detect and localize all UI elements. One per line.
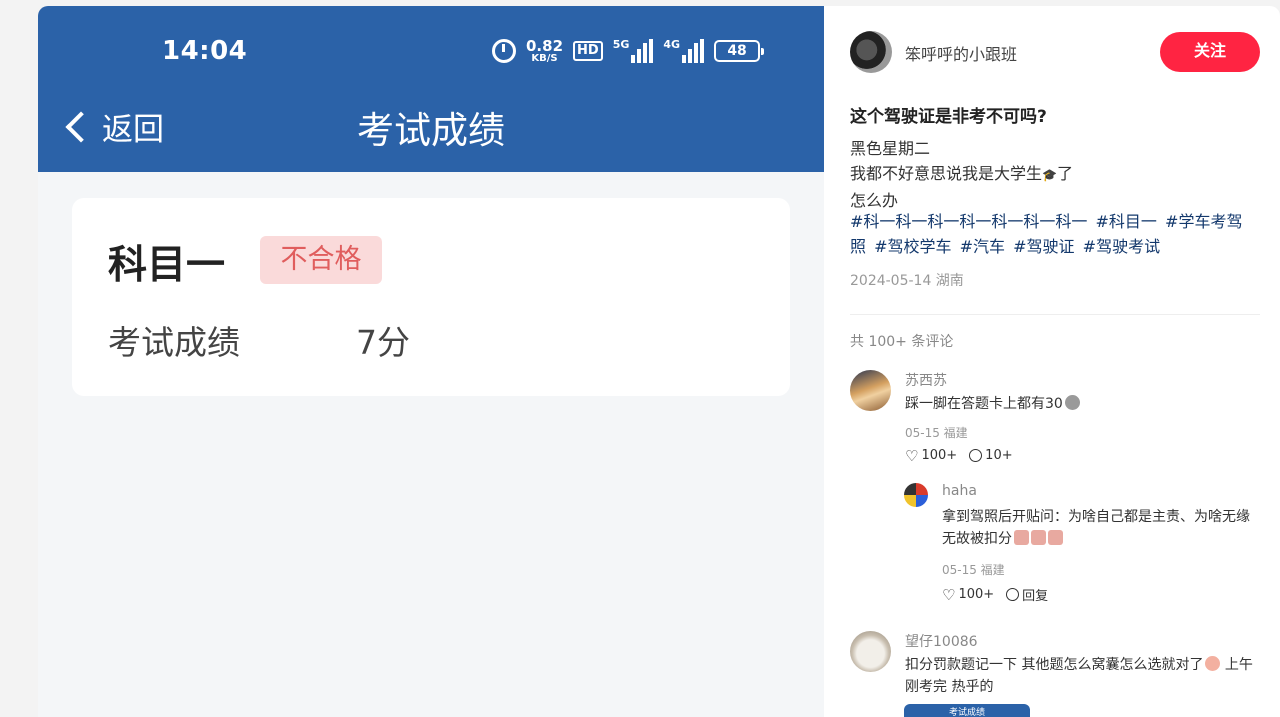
score-value: 7分 bbox=[356, 323, 410, 362]
reply-button[interactable]: 回复 bbox=[1006, 585, 1048, 604]
status-bar-icons: 0.82 KB/S HD 5G 4G 48 bbox=[492, 36, 765, 66]
emoji-icon bbox=[1064, 395, 1080, 410]
like-button[interactable]: ♡ 100+ bbox=[942, 587, 994, 602]
follow-button[interactable]: 关注 bbox=[1160, 32, 1260, 72]
post-panel: 笨呼呼的小跟班 关注 这个驾驶证是非考不可吗? 黑色星期二 我都不好意思说我是大… bbox=[824, 6, 1280, 717]
comment-bubble-icon bbox=[1006, 588, 1020, 601]
signal-4g-icon: 4G bbox=[663, 39, 705, 63]
comment-author[interactable]: 望仔10086 bbox=[905, 631, 978, 651]
comment-bubble-icon bbox=[969, 449, 983, 462]
graduation-cap-icon: 🎓 bbox=[1042, 168, 1057, 182]
comment-item: 望仔10086 扣分罚款题记一下 其他题怎么窝囊怎么选就对了 上午刚考完 热乎的 bbox=[850, 631, 1260, 711]
emoji-icon bbox=[1031, 530, 1046, 545]
avatar[interactable] bbox=[850, 370, 891, 411]
post-date-location: 2024-05-14 湖南 bbox=[850, 273, 964, 289]
tag-link[interactable]: #汽车 bbox=[960, 237, 1005, 256]
tag-link[interactable]: #科目一 bbox=[1096, 212, 1157, 231]
author-name[interactable]: 笨呼呼的小跟班 bbox=[905, 41, 1017, 65]
tag-link[interactable]: #科一科一科一科一科一科一科一 bbox=[850, 212, 1087, 231]
battery-icon: 48 bbox=[714, 40, 765, 62]
post-image[interactable]: 14:04 0.82 KB/S HD 5G 4G 48 返回 考试成绩 科目一 … bbox=[38, 6, 824, 717]
status-time: 14:04 bbox=[162, 36, 248, 66]
comment-count: 共 100+ 条评论 bbox=[850, 334, 954, 350]
avatar[interactable] bbox=[904, 483, 928, 507]
comment-meta: 05-15 福建 bbox=[905, 426, 968, 440]
heart-icon: ♡ bbox=[905, 446, 919, 465]
avatar[interactable] bbox=[850, 631, 891, 672]
subject-name: 科目一 bbox=[108, 243, 226, 288]
emoji-icon bbox=[1048, 530, 1063, 545]
comment-item: 苏西苏 踩一脚在答题卡上都有30 05-15 福建 ♡ 100+ 10+ bbox=[850, 370, 1260, 480]
score-label: 考试成绩 bbox=[108, 323, 240, 362]
hd-icon: HD bbox=[573, 41, 603, 61]
emoji-icon bbox=[1205, 656, 1221, 671]
tag-list: #科一科一科一科一科一科一科一 #科目一 #学车考驾照 #驾校学车 #汽车 #驾… bbox=[850, 209, 1260, 259]
reply-author[interactable]: haha bbox=[942, 483, 977, 499]
tag-link[interactable]: #驾驶证 bbox=[1013, 237, 1074, 256]
comment-image-thumbnail[interactable]: 考试成绩 bbox=[904, 704, 1030, 717]
status-badge: 不合格 bbox=[260, 236, 382, 284]
post-body: 黑色星期二 我都不好意思说我是大学生🎓了 怎么办 bbox=[850, 139, 1073, 210]
network-speed: 0.82 KB/S bbox=[526, 36, 564, 64]
phone-header: 14:04 0.82 KB/S HD 5G 4G 48 返回 考试成绩 bbox=[38, 6, 824, 172]
score-card: 科目一 不合格 考试成绩 7分 bbox=[72, 198, 790, 396]
author-avatar[interactable] bbox=[850, 31, 892, 73]
reply-meta: 05-15 福建 bbox=[942, 563, 1005, 577]
reply-text: 拿到驾照后开贴问：为啥自己都是主责、为啥无缘无故被扣分 bbox=[942, 509, 1250, 547]
screen: 14:04 0.82 KB/S HD 5G 4G 48 返回 考试成绩 科目一 … bbox=[0, 0, 1280, 717]
comment-text: 扣分罚款题记一下 其他题怎么窝囊怎么选就对了 上午刚考完 热乎的 bbox=[905, 656, 1253, 695]
heart-icon: ♡ bbox=[942, 585, 956, 604]
page-title: 考试成绩 bbox=[357, 109, 505, 152]
divider bbox=[850, 314, 1260, 315]
emoji-icon bbox=[1014, 530, 1029, 545]
like-button[interactable]: ♡ 100+ bbox=[905, 448, 957, 463]
signal-5g-icon: 5G bbox=[613, 39, 654, 63]
alarm-icon bbox=[492, 39, 516, 63]
post-title: 这个驾驶证是非考不可吗? bbox=[850, 107, 1047, 127]
reply-count-button[interactable]: 10+ bbox=[969, 448, 1013, 463]
tag-link[interactable]: #驾驶考试 bbox=[1083, 237, 1160, 256]
comment-author[interactable]: 苏西苏 bbox=[905, 370, 947, 390]
comment-text: 踩一脚在答题卡上都有30 bbox=[905, 393, 1260, 415]
tag-link[interactable]: #驾校学车 bbox=[874, 237, 951, 256]
reply-item: haha 拿到驾照后开贴问：为啥自己都是主责、为啥无缘无故被扣分 05-15 福… bbox=[904, 483, 1260, 604]
